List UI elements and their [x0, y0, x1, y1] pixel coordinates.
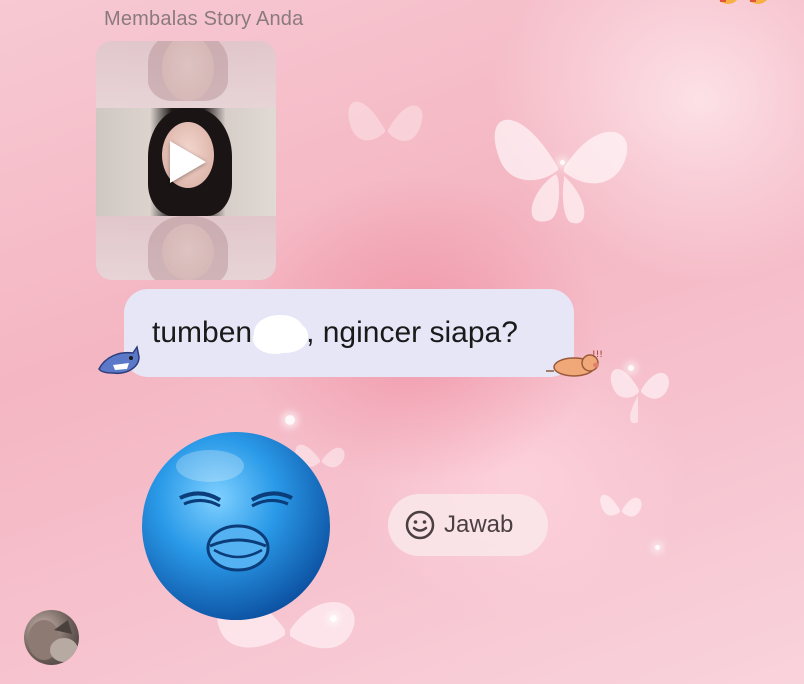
svg-text:!!!: !!! — [592, 350, 603, 360]
message-bubble[interactable]: tumben , ngincer siapa? — [124, 289, 574, 377]
sparkle-decoration — [628, 365, 634, 371]
blue-kissing-face-sticker — [142, 432, 330, 620]
redaction-mark — [254, 315, 305, 351]
avatar-image — [28, 620, 78, 662]
message-text-before: tumben — [152, 316, 253, 349]
story-blur-bottom — [96, 216, 276, 280]
story-reply-label: Membalas Story Anda — [104, 8, 304, 30]
butterfly-decoration — [600, 494, 642, 517]
story-thumbnail[interactable] — [96, 41, 276, 280]
play-icon[interactable] — [170, 141, 206, 183]
butterfly-decoration — [494, 119, 628, 224]
reply-button-label: Jawab — [444, 511, 514, 538]
partial-emoji-icon — [719, 0, 767, 4]
butterfly-decoration — [348, 101, 423, 142]
story-blur-top — [96, 41, 276, 108]
pig-sticker: !!! — [546, 350, 603, 377]
sparkle-decoration — [285, 415, 295, 425]
sparkle-decoration — [560, 160, 565, 165]
smiley-icon — [405, 510, 435, 540]
story-video-frame — [96, 108, 276, 216]
reply-button[interactable]: Jawab — [388, 494, 548, 556]
shark-sticker — [98, 345, 140, 375]
avatar[interactable] — [24, 610, 79, 665]
butterfly-decoration — [610, 369, 669, 424]
sparkle-decoration — [655, 545, 660, 550]
message-text-after: , ngincer siapa? — [306, 316, 518, 349]
